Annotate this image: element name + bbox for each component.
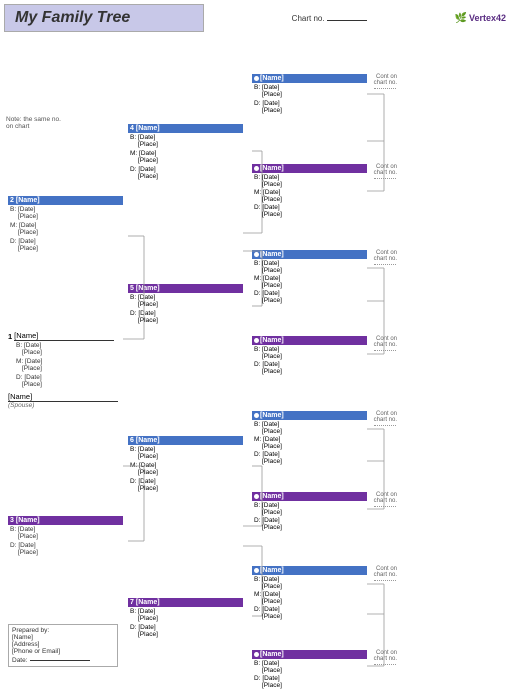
p7-dp: [Place] <box>128 631 243 638</box>
p8-b: B: [Date] <box>252 84 367 91</box>
p4-m: M: [Date] <box>128 150 243 157</box>
p8-name-bar: [Name] <box>252 74 367 83</box>
person-7-block: 7 [Name] B: [Date] [Place] D: [Date] [Pl… <box>128 598 243 638</box>
p2-name-bar: 2 [Name] <box>8 196 123 205</box>
p11-bullet <box>254 338 259 343</box>
p4-b: B: [Date] <box>128 134 243 141</box>
p5-b: B: [Date] <box>128 294 243 301</box>
p10-name-bar: [Name] <box>252 250 367 259</box>
header: My Family Tree Chart no. 🌿 Vertex42 <box>4 4 506 32</box>
p6-name-bar: 6 [Name] <box>128 436 243 445</box>
p1-death: D: [Date] <box>8 374 123 381</box>
p14-cont: Cont on chart no. <box>374 566 397 581</box>
person-13-block: [Name] B: [Date] [Place] D: [Date] [Plac… <box>252 492 367 531</box>
person-6-block: 6 [Name] B: [Date] [Place] M: [Date] [Pl… <box>128 436 243 492</box>
p13-name-bar: [Name] <box>252 492 367 501</box>
p11-cont: Cont on chart no. <box>374 336 397 351</box>
person-10-block: [Name] B: [Date] [Place] M: [Date] [Plac… <box>252 250 367 304</box>
p3-name-bar: 3 [Name] <box>8 516 123 525</box>
p3-bp: [Place] <box>8 533 123 540</box>
p4-bp: [Place] <box>128 141 243 148</box>
person-14-block: [Name] B: [Date] [Place] M: [Date] [Plac… <box>252 566 367 620</box>
p1-marriage: M: [Date] <box>8 358 123 365</box>
prepared-box: Prepared by: [Name] [Address] [Phone or … <box>8 624 118 667</box>
p2-m: M: [Date] <box>8 222 123 229</box>
chart-no-field[interactable] <box>327 20 367 21</box>
p3-dp: [Place] <box>8 549 123 556</box>
p8-cont: Cont on chart no. <box>374 74 397 89</box>
p1-spouse-name: [Name] <box>8 392 118 402</box>
p6-d: D: [Date] <box>128 478 243 485</box>
p1-birth-place: [Place] <box>8 349 123 356</box>
p3-b: B: [Date] <box>8 526 123 533</box>
p12-bullet <box>254 413 259 418</box>
p4-mp: [Place] <box>128 157 243 164</box>
p15-bullet <box>254 652 259 657</box>
p2-dp: [Place] <box>8 245 123 252</box>
p14-bullet <box>254 568 259 573</box>
p7-d: D: [Date] <box>128 624 243 631</box>
person-11-block: [Name] B: [Date] [Place] D: [Date] [Plac… <box>252 336 367 375</box>
p3-d: D: [Date] <box>8 542 123 549</box>
p15-name-bar: [Name] <box>252 650 367 659</box>
p7-bp: [Place] <box>128 615 243 622</box>
date-field[interactable] <box>30 660 90 661</box>
p9-name-bar: [Name] <box>252 164 367 173</box>
person-8-block: [Name] B: [Date] [Place] D: [Date] [Plac… <box>252 74 367 114</box>
p12-cont: Cont on chart no. <box>374 411 397 426</box>
p1-birth: B: [Date] <box>8 342 123 349</box>
chart-number: Chart no. <box>292 14 367 23</box>
note-box: Note: the same no. on chart <box>6 116 86 130</box>
person-2-block: 2 [Name] B: [Date] [Place] M: [Date] [Pl… <box>8 196 123 252</box>
person-1-block: 1 [Name] B: [Date] [Place] M: [Date] [Pl… <box>8 331 123 409</box>
p13-cont: Cont on chart no. <box>374 492 397 507</box>
p2-mp: [Place] <box>8 229 123 236</box>
person-1-number: 1 <box>8 332 12 341</box>
p12-name-bar: [Name] <box>252 411 367 420</box>
logo: 🌿 Vertex42 <box>454 13 506 24</box>
p9-cont: Cont on chart no. <box>374 164 397 179</box>
p5-bp: [Place] <box>128 301 243 308</box>
p4-d: D: [Date] <box>128 166 243 173</box>
p14-name-bar: [Name] <box>252 566 367 575</box>
person-1-name: [Name] <box>14 331 114 341</box>
p1-marriage-place: [Place] <box>8 365 123 372</box>
person-3-block: 3 [Name] B: [Date] [Place] D: [Date] [Pl… <box>8 516 123 556</box>
page: My Family Tree Chart no. 🌿 Vertex42 Note… <box>0 0 510 690</box>
main-area: Note: the same no. on chart 1 [Name] B: … <box>4 36 506 688</box>
p6-m: M: [Date] <box>128 462 243 469</box>
person-5-block: 5 [Name] B: [Date] [Place] D: [Date] [Pl… <box>128 284 243 324</box>
person-15-block: [Name] B: [Date] [Place] D: [Date] [Plac… <box>252 650 367 689</box>
p6-bp: [Place] <box>128 453 243 460</box>
p5-name-bar: 5 [Name] <box>128 284 243 293</box>
date-row: Date: <box>12 657 114 664</box>
page-title: My Family Tree <box>4 4 204 32</box>
p15-cont: Cont on chart no. <box>374 650 397 665</box>
p8-bullet <box>254 76 259 81</box>
p7-b: B: [Date] <box>128 608 243 615</box>
p4-name-bar: 4 [Name] <box>128 124 243 133</box>
p2-bp: [Place] <box>8 213 123 220</box>
p6-mp: [Place] <box>128 469 243 476</box>
person-9-block: [Name] B: [Date] [Place] M: [Date] [Plac… <box>252 164 367 218</box>
p7-name-bar: 7 [Name] <box>128 598 243 607</box>
p10-cont: Cont on chart no. <box>374 250 397 265</box>
p4-dp: [Place] <box>128 173 243 180</box>
person-4-block: 4 [Name] B: [Date] [Place] M: [Date] [Pl… <box>128 124 243 180</box>
p5-d: D: [Date] <box>128 310 243 317</box>
p9-bullet <box>254 166 259 171</box>
person-12-block: [Name] B: [Date] [Place] M: [Date] [Plac… <box>252 411 367 465</box>
p2-d: D: [Date] <box>8 238 123 245</box>
p13-bullet <box>254 494 259 499</box>
p6-dp: [Place] <box>128 485 243 492</box>
p5-dp: [Place] <box>128 317 243 324</box>
p11-name-bar: [Name] <box>252 336 367 345</box>
logo-icon: 🌿 <box>454 13 466 24</box>
p1-spouse-label: (Spouse) <box>8 402 123 409</box>
p6-b: B: [Date] <box>128 446 243 453</box>
p2-b: B: [Date] <box>8 206 123 213</box>
p10-bullet <box>254 252 259 257</box>
p1-death-place: [Place] <box>8 381 123 388</box>
